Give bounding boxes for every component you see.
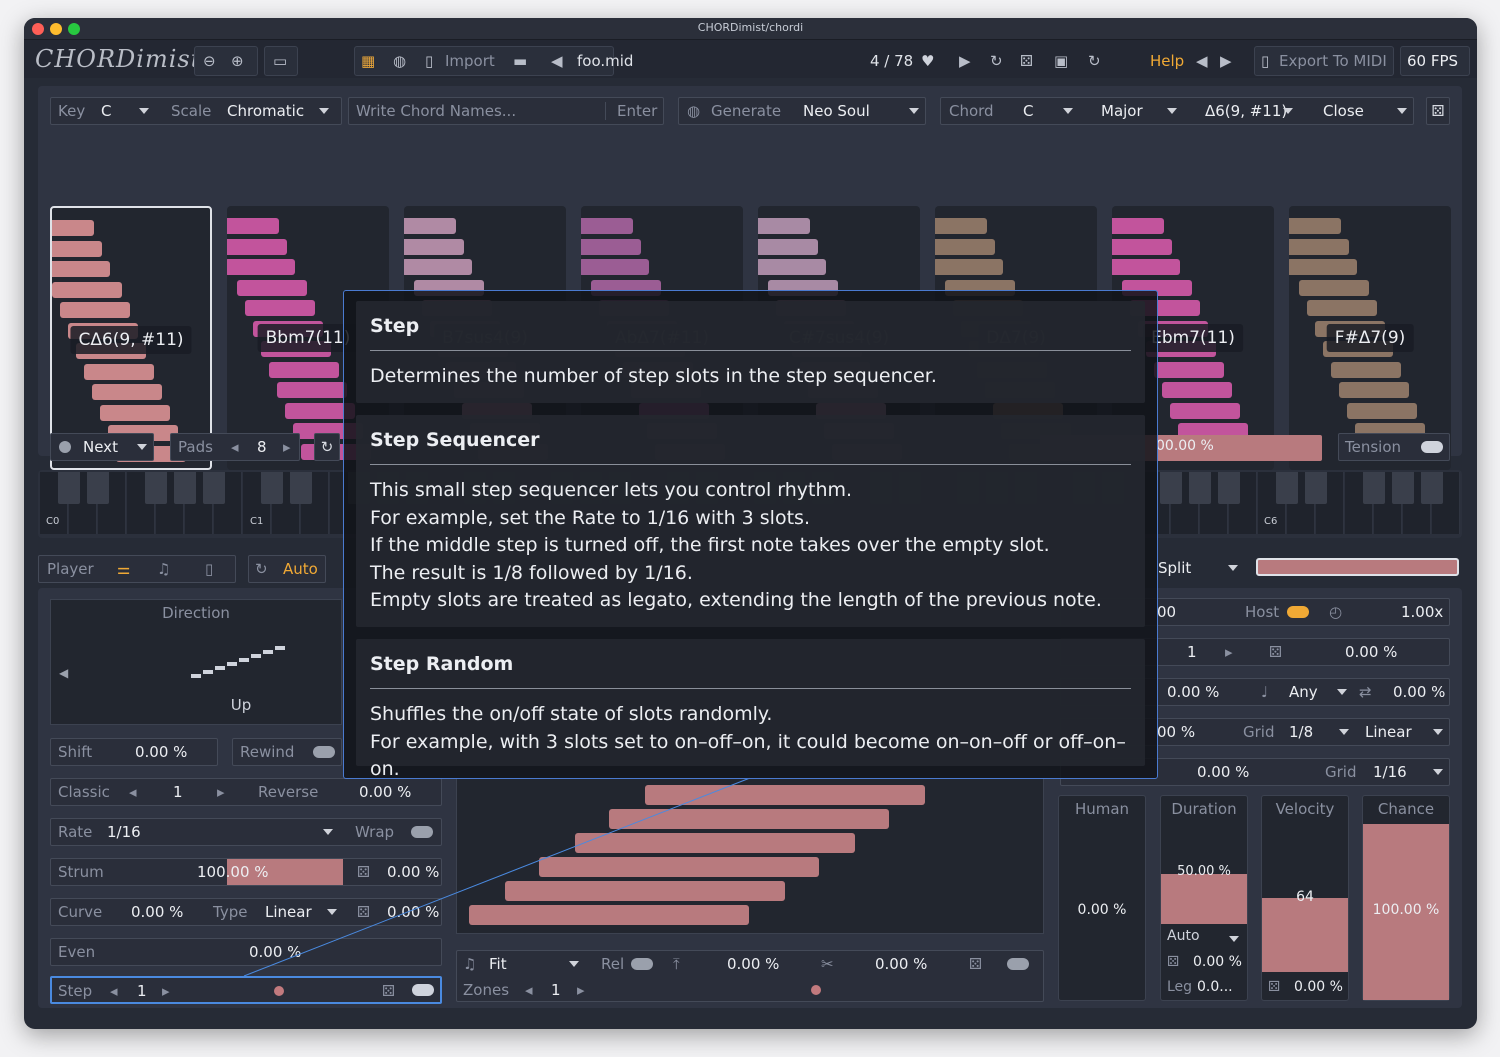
tooltip-sequencer-title: Step Sequencer <box>370 429 540 451</box>
tooltip-random-title: Step Random <box>370 653 514 675</box>
tooltip-line: If the middle step is turned off, the fi… <box>370 534 1050 557</box>
tooltip-random-body: Shuffles the on/off state of slots rando… <box>370 701 1135 784</box>
divider <box>370 688 1131 689</box>
help-tooltip: Step Determines the number of step slots… <box>343 290 1158 780</box>
tooltip-line: The result is 1/8 followed by 1/16. <box>370 561 693 584</box>
tooltip-line: Empty slots are treated as legato, exten… <box>370 589 1102 612</box>
tooltip-sequencer-section: Step Sequencer This small step sequencer… <box>356 415 1145 627</box>
tooltip-random-section: Step Random Shuffles the on/off state of… <box>356 639 1145 780</box>
tooltip-step-section: Step Determines the number of step slots… <box>356 301 1145 403</box>
tooltip-line: This small step sequencer lets you contr… <box>370 479 853 501</box>
divider <box>370 350 1131 351</box>
tooltip-line: Shuffles the on/off state of slots rando… <box>370 703 773 725</box>
tooltip-step-body: Determines the number of step slots in t… <box>370 365 937 387</box>
tooltip-step-title: Step <box>370 315 420 337</box>
tooltip-sequencer-body: This small step sequencer lets you contr… <box>370 477 1135 615</box>
tooltip-line: For example, with 3 slots set to on–off–… <box>370 730 1126 781</box>
tooltip-line: For example, set the Rate to 1/16 with 3… <box>370 506 810 529</box>
divider <box>370 464 1131 465</box>
